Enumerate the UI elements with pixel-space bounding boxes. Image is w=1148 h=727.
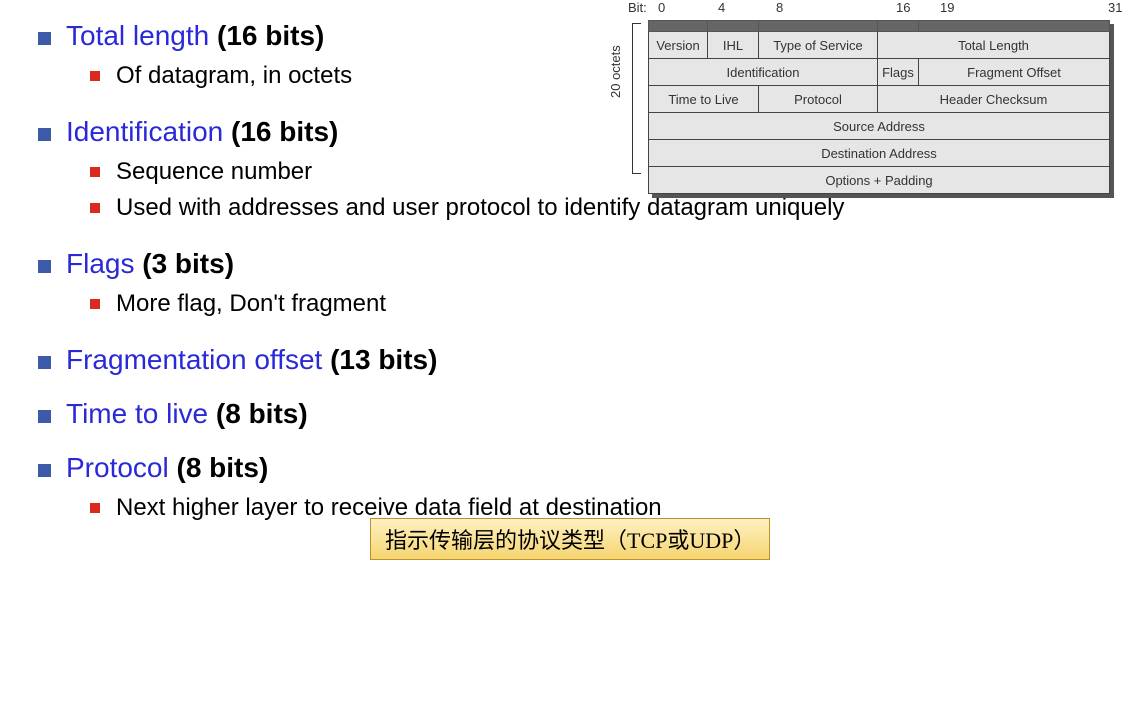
bit-4: 4	[718, 0, 725, 15]
field-title: Protocol	[66, 452, 169, 483]
cell-version: Version	[649, 32, 708, 59]
cell-protocol: Protocol	[759, 86, 878, 113]
bit-0: 0	[658, 0, 665, 15]
header-table: Version IHL Type of Service Total Length…	[648, 20, 1110, 194]
field-bits: (8 bits)	[177, 452, 269, 483]
field-bits: (8 bits)	[216, 398, 308, 429]
cell-total-length: Total Length	[878, 32, 1110, 59]
cell-header-checksum: Header Checksum	[878, 86, 1110, 113]
field-sublist: More flag, Don't fragment	[90, 286, 1118, 322]
field-title: Flags	[66, 248, 134, 279]
bit-8: 8	[776, 0, 783, 15]
cell-tos: Type of Service	[759, 32, 878, 59]
field-bits: (13 bits)	[330, 344, 437, 375]
ipv4-header-diagram: Bit: 0 4 8 16 19 31 20 octets Version IH…	[610, 0, 1118, 194]
cell-options-padding: Options + Padding	[649, 167, 1110, 194]
field-item: Time to live (8 bits)	[30, 398, 1118, 430]
field-heading: Time to live (8 bits)	[66, 398, 1118, 430]
field-subitem: Used with addresses and user protocol to…	[90, 190, 1118, 226]
field-item: Fragmentation offset (13 bits)	[30, 344, 1118, 376]
octet-label: 20 octets	[608, 45, 623, 98]
bit-ruler: 0 4 8 16 19 31	[648, 0, 1118, 18]
bit-19: 19	[940, 0, 954, 15]
field-heading: Flags (3 bits)	[66, 248, 1118, 280]
field-bits: (16 bits)	[231, 116, 338, 147]
field-subitem: More flag, Don't fragment	[90, 286, 1118, 322]
field-title: Identification	[66, 116, 223, 147]
cell-flags: Flags	[878, 59, 919, 86]
field-item: Protocol (8 bits)Next higher layer to re…	[30, 452, 1118, 526]
field-item: Flags (3 bits) More flag, Don't fragment	[30, 248, 1118, 322]
cell-identification: Identification	[649, 59, 878, 86]
field-title: Fragmentation offset	[66, 344, 322, 375]
footnote-box: 指示传输层的协议类型（TCP或UDP）	[370, 518, 770, 560]
field-title: Total length	[66, 20, 209, 51]
bit-label: Bit:	[628, 0, 647, 15]
field-heading: Fragmentation offset (13 bits)	[66, 344, 1118, 376]
bit-16: 16	[896, 0, 910, 15]
field-heading: Protocol (8 bits)	[66, 452, 1118, 484]
cell-fragment-offset: Fragment Offset	[919, 59, 1110, 86]
cell-ttl: Time to Live	[649, 86, 759, 113]
bit-31: 31	[1108, 0, 1122, 15]
field-bits: (16 bits)	[217, 20, 324, 51]
field-title: Time to live	[66, 398, 208, 429]
cell-source-address: Source Address	[649, 113, 1110, 140]
cell-destination-address: Destination Address	[649, 140, 1110, 167]
cell-ihl: IHL	[708, 32, 759, 59]
field-bits: (3 bits)	[142, 248, 234, 279]
octet-bracket	[632, 23, 633, 174]
